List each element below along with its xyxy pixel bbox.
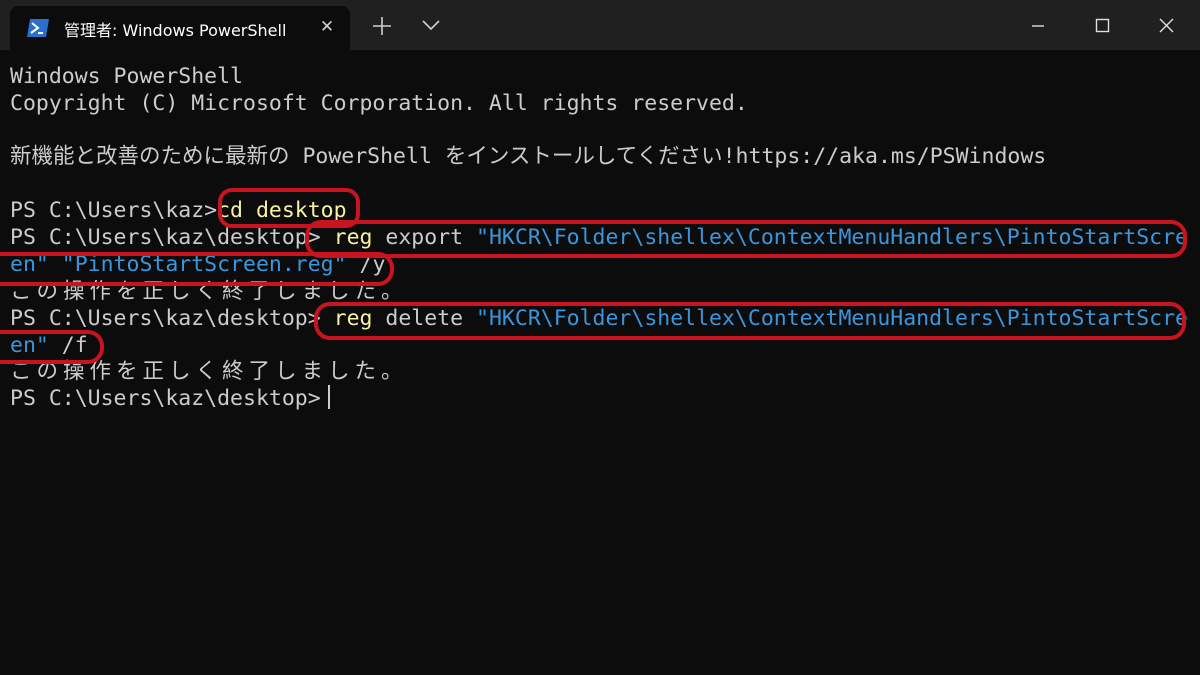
prompt: PS C:\Users\kaz\desktop> [10, 306, 321, 331]
command-reg: reg [333, 306, 373, 331]
tab-dropdown-button[interactable] [420, 17, 442, 33]
result-message-1: この操作を正しく終了しました。 [10, 279, 408, 304]
command-reg: reg [333, 225, 373, 250]
tab-close-icon[interactable]: ✕ [316, 16, 338, 38]
prompt: PS C:\Users\kaz\desktop> [10, 225, 321, 250]
maximize-button[interactable] [1070, 0, 1134, 50]
command-line-2: PS C:\Users\kaz\desktop> reg export "HKC… [10, 224, 1188, 251]
close-window-button[interactable] [1134, 0, 1198, 50]
command-line-1: PS C:\Users\kaz>cd desktop [10, 197, 347, 224]
string-argument: "HKCR\Folder\shellex\ContextMenuHandlers… [476, 225, 1188, 250]
powershell-icon [26, 18, 50, 38]
string-argument: "HKCR\Folder\shellex\ContextMenuHandlers… [476, 306, 1188, 331]
plus-icon [373, 17, 391, 35]
command-line-2-wrap: en" "PintoStartScreen.reg" /y [10, 251, 385, 278]
command-cd: cd desktop [217, 198, 347, 223]
command-verb: export [385, 225, 464, 250]
terminal-window: 管理者: Windows PowerShell ✕ Windows PowerS… [0, 0, 1200, 675]
command-line-3: PS C:\Users\kaz\desktop> reg delete "HKC… [10, 305, 1188, 332]
title-bar: 管理者: Windows PowerShell ✕ [0, 0, 1200, 50]
minimize-button[interactable] [1006, 0, 1070, 50]
tab-powershell[interactable]: 管理者: Windows PowerShell ✕ [10, 6, 350, 50]
prompt: PS C:\Users\kaz> [10, 198, 218, 223]
new-tab-button[interactable] [369, 13, 395, 39]
command-line-3-wrap: en" /f [10, 332, 88, 359]
maximize-icon [1095, 18, 1110, 33]
string-argument: en" [10, 333, 49, 358]
flag-argument: /y [359, 252, 386, 277]
current-prompt: PS C:\Users\kaz\desktop> [10, 386, 321, 411]
result-message-2: この操作を正しく終了しました。 [10, 359, 408, 384]
tab-title: 管理者: Windows PowerShell [64, 21, 287, 40]
close-icon [1159, 18, 1174, 33]
update-notice: 新機能と改善のために最新の PowerShell をインストールしてください!h… [10, 144, 1047, 169]
command-verb: delete [385, 306, 464, 331]
minimize-icon [1032, 25, 1044, 27]
text-cursor [328, 385, 330, 409]
banner-line-2: Copyright (C) Microsoft Corporation. All… [10, 91, 748, 116]
banner-line-1: Windows PowerShell [10, 64, 243, 89]
string-argument: en" [10, 252, 49, 277]
chevron-down-icon [422, 20, 440, 31]
flag-argument: /f [61, 333, 88, 358]
string-argument: "PintoStartScreen.reg" [61, 252, 347, 277]
